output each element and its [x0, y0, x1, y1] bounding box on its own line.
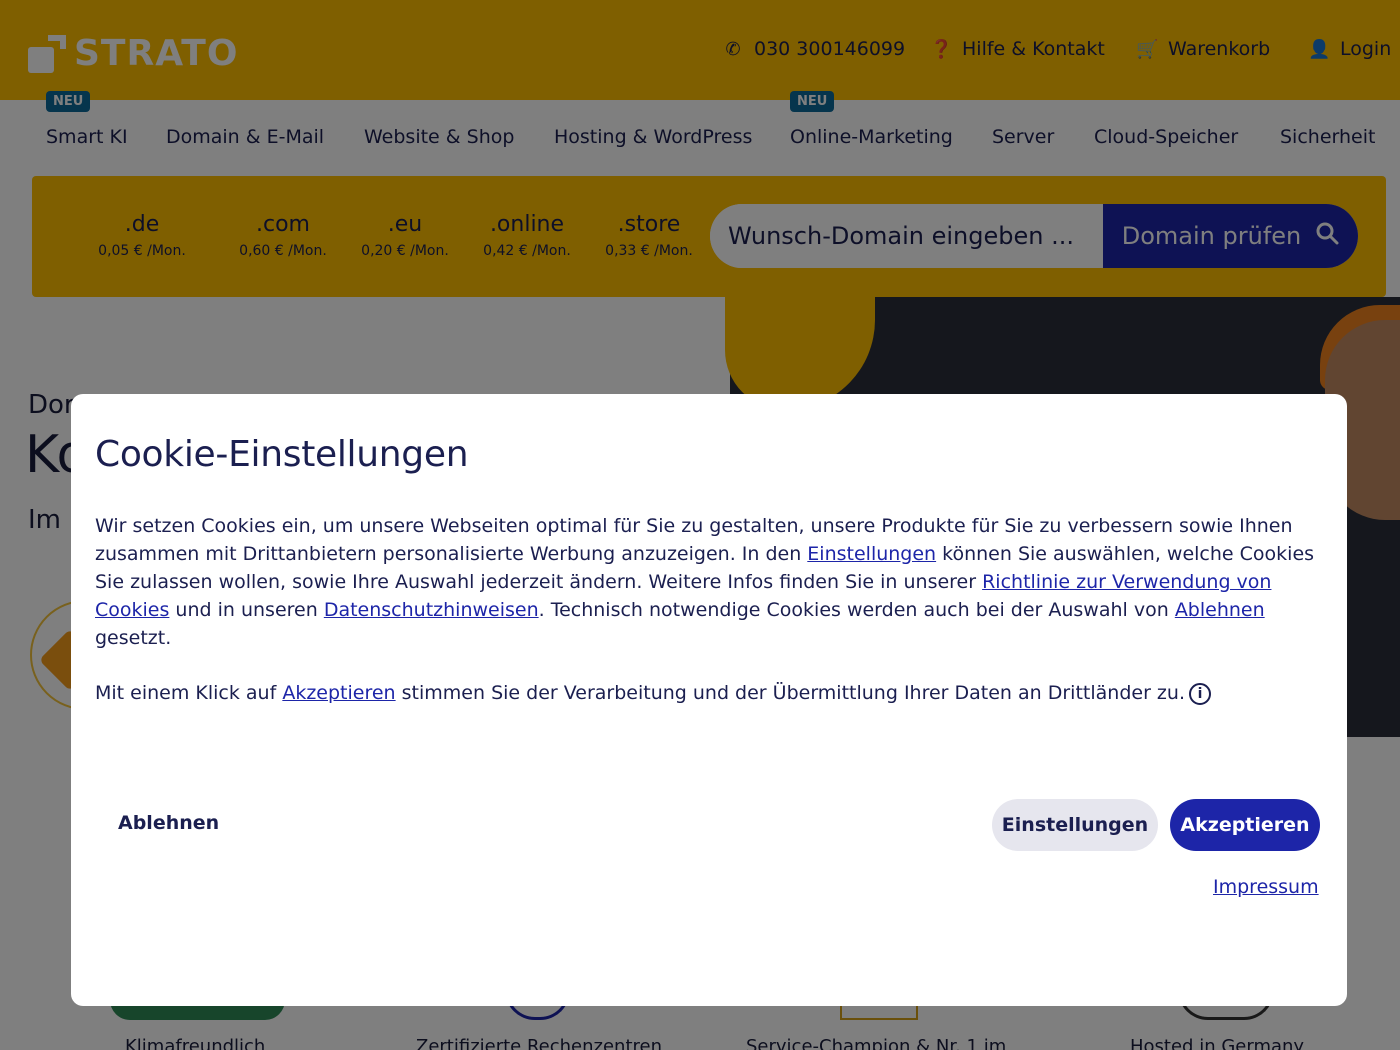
- text-segment: gesetzt.: [95, 627, 172, 649]
- settings-button[interactable]: Einstellungen: [992, 799, 1158, 851]
- privacy-link[interactable]: Datenschutzhinweisen: [324, 599, 539, 621]
- text-segment: . Technisch notwendige Cookies werden au…: [538, 599, 1175, 621]
- text-segment: und in unseren: [169, 599, 324, 621]
- impressum-link[interactable]: Impressum: [1213, 876, 1319, 898]
- cookie-description: Wir setzen Cookies ein, um unsere Websei…: [95, 512, 1325, 652]
- settings-link[interactable]: Einstellungen: [807, 543, 936, 565]
- text-segment: stimmen Sie der Verarbeitung und der Übe…: [395, 682, 1185, 704]
- info-icon[interactable]: i: [1188, 682, 1211, 705]
- reject-link[interactable]: Ablehnen: [1175, 599, 1265, 621]
- text-segment: Mit einem Klick auf: [95, 682, 283, 704]
- dialog-title: Cookie-Einstellungen: [95, 434, 469, 475]
- cookie-consent-dialog: Cookie-Einstellungen Wir setzen Cookies …: [71, 394, 1347, 1006]
- accept-button[interactable]: Akzeptieren: [1170, 799, 1320, 851]
- reject-button[interactable]: Ablehnen: [118, 812, 219, 834]
- third-country-notice: Mit einem Klick auf Akzeptieren stimmen …: [95, 679, 1325, 707]
- accept-link[interactable]: Akzeptieren: [282, 682, 395, 704]
